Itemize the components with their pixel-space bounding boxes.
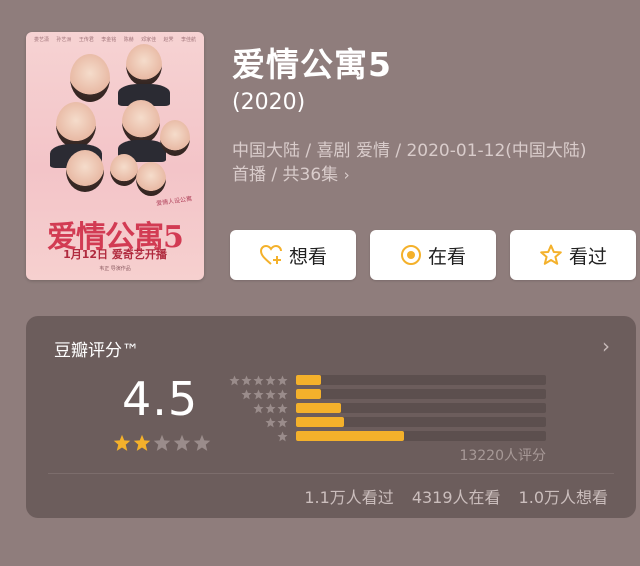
distribution-bar xyxy=(296,403,341,413)
cast-face xyxy=(110,154,138,186)
distribution-bar xyxy=(296,417,344,427)
star-empty-icon xyxy=(173,434,191,451)
star-outline-icon xyxy=(540,244,562,265)
distribution-track xyxy=(296,417,546,427)
release-year: (2020) xyxy=(232,90,306,115)
poster-credit: 赵霁 xyxy=(163,37,174,43)
distribution-track xyxy=(296,375,546,385)
row-stars xyxy=(226,430,288,442)
poster-credit: 李佳航 xyxy=(180,37,196,43)
cast-face xyxy=(126,44,162,86)
poster-director: 韦正 导演作品 xyxy=(99,266,131,272)
star-small-icon xyxy=(277,388,288,399)
star-small-icon xyxy=(253,374,264,385)
distribution-bar xyxy=(296,389,321,399)
want-count: 1.0万人想看 xyxy=(518,488,608,507)
distribution-row xyxy=(226,402,546,414)
divider xyxy=(48,473,614,474)
star-small-icon xyxy=(265,416,276,427)
poster-credit: 邓家佳 xyxy=(141,37,157,43)
chevron-right-icon[interactable]: › xyxy=(344,166,350,184)
poster-date: 1月12日 爱奇艺开播 xyxy=(63,248,167,261)
star-small-icon xyxy=(253,402,264,413)
cast-face xyxy=(122,100,160,144)
watching-button[interactable]: 在看 xyxy=(370,230,496,280)
distribution-row xyxy=(226,430,546,442)
poster-image[interactable]: 娄艺潇 孙艺洲 王传君 李金铭 陈赫 邓家佳 赵霁 李佳航 爱情人设公寓 爱情公… xyxy=(26,32,204,280)
cast-face xyxy=(56,102,96,148)
watch-stats: 1.1万人看过 4319人在看 1.0万人想看 xyxy=(304,484,608,508)
distribution-row xyxy=(226,388,546,400)
watching-count: 4319人在看 xyxy=(411,488,501,507)
cast-face xyxy=(70,54,110,102)
cast-face xyxy=(66,150,104,192)
cast-face xyxy=(136,162,166,196)
poster-credit: 娄艺潇 xyxy=(34,37,50,43)
poster-side-text: 爱情人设公寓 xyxy=(155,195,193,208)
star-small-icon xyxy=(253,388,264,399)
watched-button[interactable]: 看过 xyxy=(510,230,636,280)
page-title: 爱情公寓5 xyxy=(232,45,392,84)
star-small-icon xyxy=(277,402,288,413)
rating-count: 13220人评分 xyxy=(459,448,546,464)
cast-face xyxy=(160,120,190,156)
chevron-right-icon[interactable]: › xyxy=(602,334,610,358)
poster-credit: 李金铭 xyxy=(101,37,117,43)
row-stars xyxy=(226,402,288,414)
distribution-bar xyxy=(296,375,321,385)
poster-credits: 娄艺潇 孙艺洲 王传君 李金铭 陈赫 邓家佳 赵霁 李佳航 xyxy=(34,36,196,43)
rating-card[interactable]: 豆瓣评分™ › 4.5 13220人评分 1.1万人看过 4319人在看 1.0… xyxy=(26,316,636,518)
star-small-icon xyxy=(241,388,252,399)
star-small-icon xyxy=(241,374,252,385)
target-icon xyxy=(400,245,421,265)
star-small-icon xyxy=(229,374,240,385)
star-small-icon xyxy=(277,416,288,427)
watched-count: 1.1万人看过 xyxy=(304,488,394,507)
star-small-icon xyxy=(265,374,276,385)
row-stars xyxy=(226,416,288,428)
meta-line-2: 首播 / 共36集 xyxy=(232,165,339,185)
poster-credit: 陈赫 xyxy=(123,37,134,43)
star-filled-icon xyxy=(113,434,131,451)
rating-label: 豆瓣评分™ xyxy=(54,341,139,361)
star-small-icon xyxy=(265,388,276,399)
star-filled-icon xyxy=(133,434,151,451)
want-to-watch-button[interactable]: 想看 xyxy=(230,230,356,280)
rating-score: 4.5 xyxy=(122,372,199,426)
star-small-icon xyxy=(277,374,288,385)
star-empty-icon xyxy=(153,434,171,451)
poster-credit: 孙艺洲 xyxy=(56,37,72,43)
distribution-bar xyxy=(296,431,404,441)
meta-info[interactable]: 中国大陆 / 喜剧 爱情 / 2020-01-12(中国大陆) 首播 / 共36… xyxy=(232,139,640,187)
distribution-row xyxy=(226,416,546,428)
star-small-icon xyxy=(277,430,288,441)
poster-credit: 王传君 xyxy=(78,37,94,43)
want-to-watch-label: 想看 xyxy=(288,245,327,268)
distribution-track xyxy=(296,431,546,441)
heart-plus-icon xyxy=(259,244,282,265)
watched-label: 看过 xyxy=(568,245,607,268)
distribution-track xyxy=(296,403,546,413)
distribution-track xyxy=(296,389,546,399)
star-empty-icon xyxy=(193,434,211,451)
watching-label: 在看 xyxy=(427,245,466,268)
distribution-row xyxy=(226,374,546,386)
rating-stars xyxy=(113,434,211,452)
star-small-icon xyxy=(265,402,276,413)
row-stars xyxy=(226,374,288,386)
row-stars xyxy=(226,388,288,400)
meta-line-1: 中国大陆 / 喜剧 爱情 / 2020-01-12(中国大陆) xyxy=(232,141,587,161)
